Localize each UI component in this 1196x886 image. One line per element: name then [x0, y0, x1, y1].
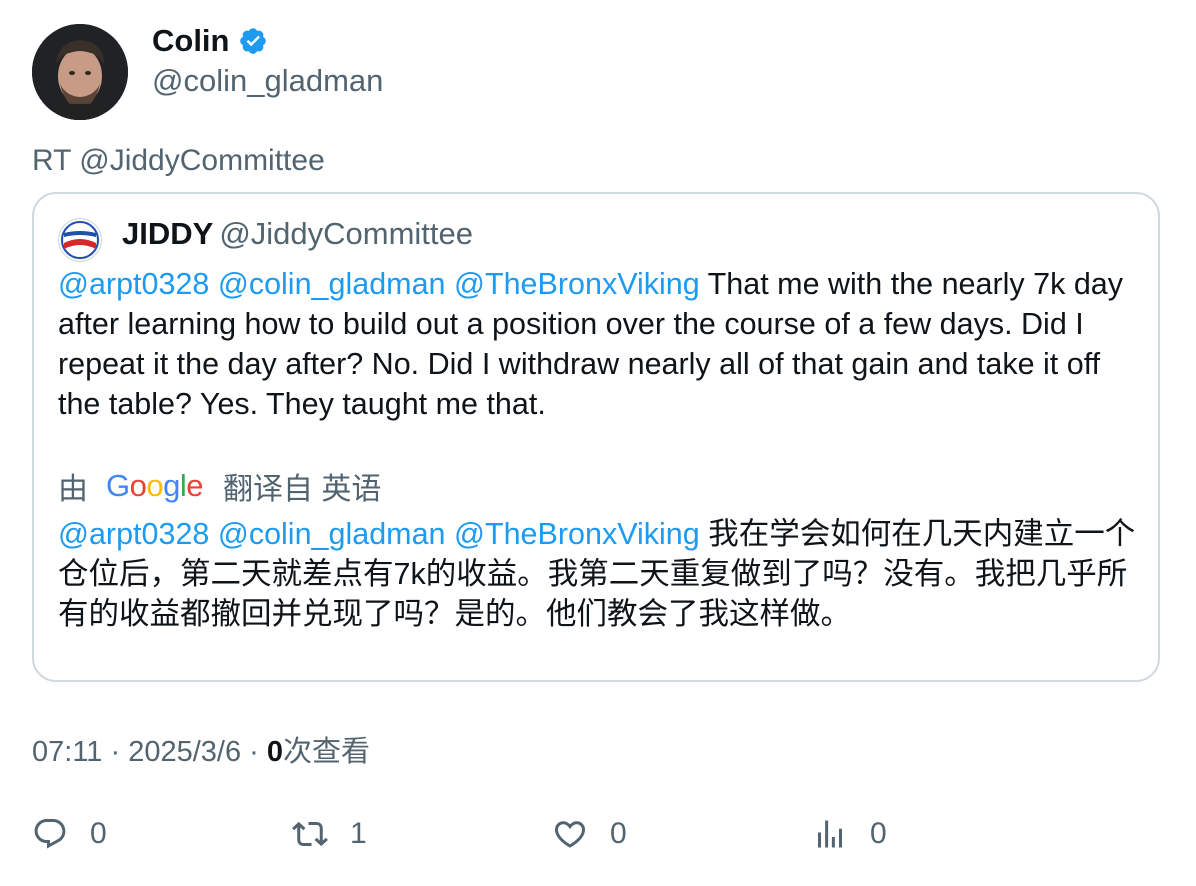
reply-icon	[34, 819, 66, 849]
reply-button[interactable]: 0	[32, 816, 107, 852]
meta-separator: ·	[110, 736, 121, 768]
action-bar: 0 1 0 0	[32, 816, 1162, 866]
quoted-avatar-image	[59, 219, 101, 261]
like-icon	[554, 821, 586, 848]
tweet-meta: 07:11 · 2025/3/6 · 0次查看	[32, 732, 370, 772]
tweet-date[interactable]: 2025/3/6	[128, 736, 241, 768]
quoted-tweet-card[interactable]: JIDDY @JiddyCommittee @arpt0328 @colin_gl…	[32, 192, 1160, 682]
like-count: 0	[610, 817, 627, 850]
mention-link[interactable]: @arpt0328	[58, 267, 209, 301]
tweet-time[interactable]: 07:11	[32, 736, 102, 768]
author-handle[interactable]: @colin_gladman	[152, 62, 383, 100]
author-name[interactable]: Colin	[152, 22, 230, 60]
mention-link[interactable]: @arpt0328	[58, 517, 209, 551]
verified-badge-icon	[239, 28, 266, 54]
views-action-count: 0	[870, 817, 887, 850]
translated-text: @arpt0328 @colin_gladman @TheBronxViking…	[58, 514, 1138, 634]
quoted-author-avatar[interactable]	[58, 218, 102, 262]
translate-prefix: 由	[58, 473, 88, 506]
mention-link[interactable]: @colin_gladman	[218, 517, 446, 551]
mention-link[interactable]: @TheBronxViking	[454, 517, 700, 551]
author-name-row[interactable]: Colin	[152, 22, 268, 60]
mention-link[interactable]: @colin_gladman	[218, 267, 446, 301]
mention-link[interactable]: @TheBronxViking	[454, 267, 700, 301]
views-count: 0	[266, 736, 284, 768]
author-avatar[interactable]	[32, 24, 128, 120]
google-logo: Google	[106, 468, 204, 503]
retweet-count: 1	[350, 817, 367, 850]
quoted-text: @arpt0328 @colin_gladman @TheBronxViking…	[58, 264, 1138, 424]
avatar-image	[32, 24, 128, 120]
translation-attribution: 由 Google 翻译自 英语	[58, 466, 381, 506]
views-label: 次查看	[283, 736, 371, 768]
quoted-author-handle[interactable]: @JiddyCommittee	[219, 216, 473, 251]
reply-count: 0	[90, 817, 107, 850]
like-button[interactable]: 0	[552, 816, 627, 852]
retweet-line: RT @JiddyCommittee	[32, 144, 325, 177]
translate-suffix: 翻译自 英语	[223, 473, 382, 506]
retweet-button[interactable]: 1	[292, 816, 367, 852]
views-button[interactable]: 0	[812, 816, 887, 852]
quoted-header: JIDDY @JiddyCommittee	[122, 214, 473, 254]
meta-separator: ·	[249, 736, 259, 768]
views-icon	[818, 820, 842, 848]
quoted-author-name[interactable]: JIDDY	[122, 216, 213, 251]
retweet-icon	[292, 821, 328, 847]
